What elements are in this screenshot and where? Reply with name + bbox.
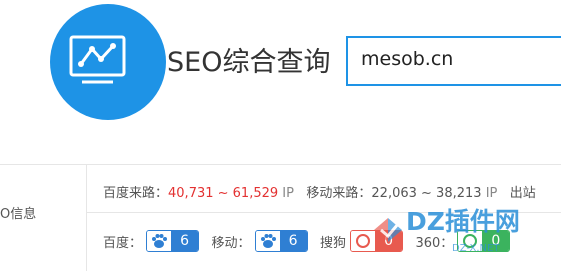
baidu-weight-label: 百度： <box>103 235 143 251</box>
column-divider <box>86 165 87 271</box>
domain-search-input[interactable]: mesob.cn <box>346 36 561 86</box>
mobile-traffic-label: 移动来路： <box>306 186 372 201</box>
mobile-weight-value: 6 <box>279 231 307 251</box>
mobile-traffic-unit: IP <box>485 186 498 201</box>
seo-logo <box>50 4 166 120</box>
seo-info-label: O信息 <box>0 207 37 222</box>
paw-icon <box>147 231 172 251</box>
baidu-weight-badge[interactable]: 6 <box>146 230 200 252</box>
section-divider <box>0 164 561 165</box>
traffic-row: 百度来路：40,731 ~ 61,529 IP 移动来路：22,063 ~ 38… <box>103 182 536 201</box>
page-title: SEO综合查询 <box>167 47 331 78</box>
baidu-weight-value: 6 <box>171 231 199 251</box>
outbound-label: 出站 <box>509 186 536 201</box>
baidu-traffic-unit: IP <box>282 186 294 201</box>
mobile-weight-label: 移动： <box>211 235 251 251</box>
baidu-traffic-label: 百度来路： <box>103 186 169 201</box>
paw-icon <box>255 231 280 251</box>
mobile-traffic-value: 22,063 ~ 38,213 <box>371 186 482 201</box>
baidu-traffic-value[interactable]: 40,731 ~ 61,529 <box>168 186 278 201</box>
monitor-chart-icon <box>69 35 126 84</box>
watermark-subtext: DZ-X.NET <box>452 243 500 254</box>
watermark-text: DZ插件网 <box>406 207 520 236</box>
sogou-weight-label: 搜狗 <box>319 235 346 251</box>
mobile-weight-badge[interactable]: 6 <box>254 230 308 252</box>
